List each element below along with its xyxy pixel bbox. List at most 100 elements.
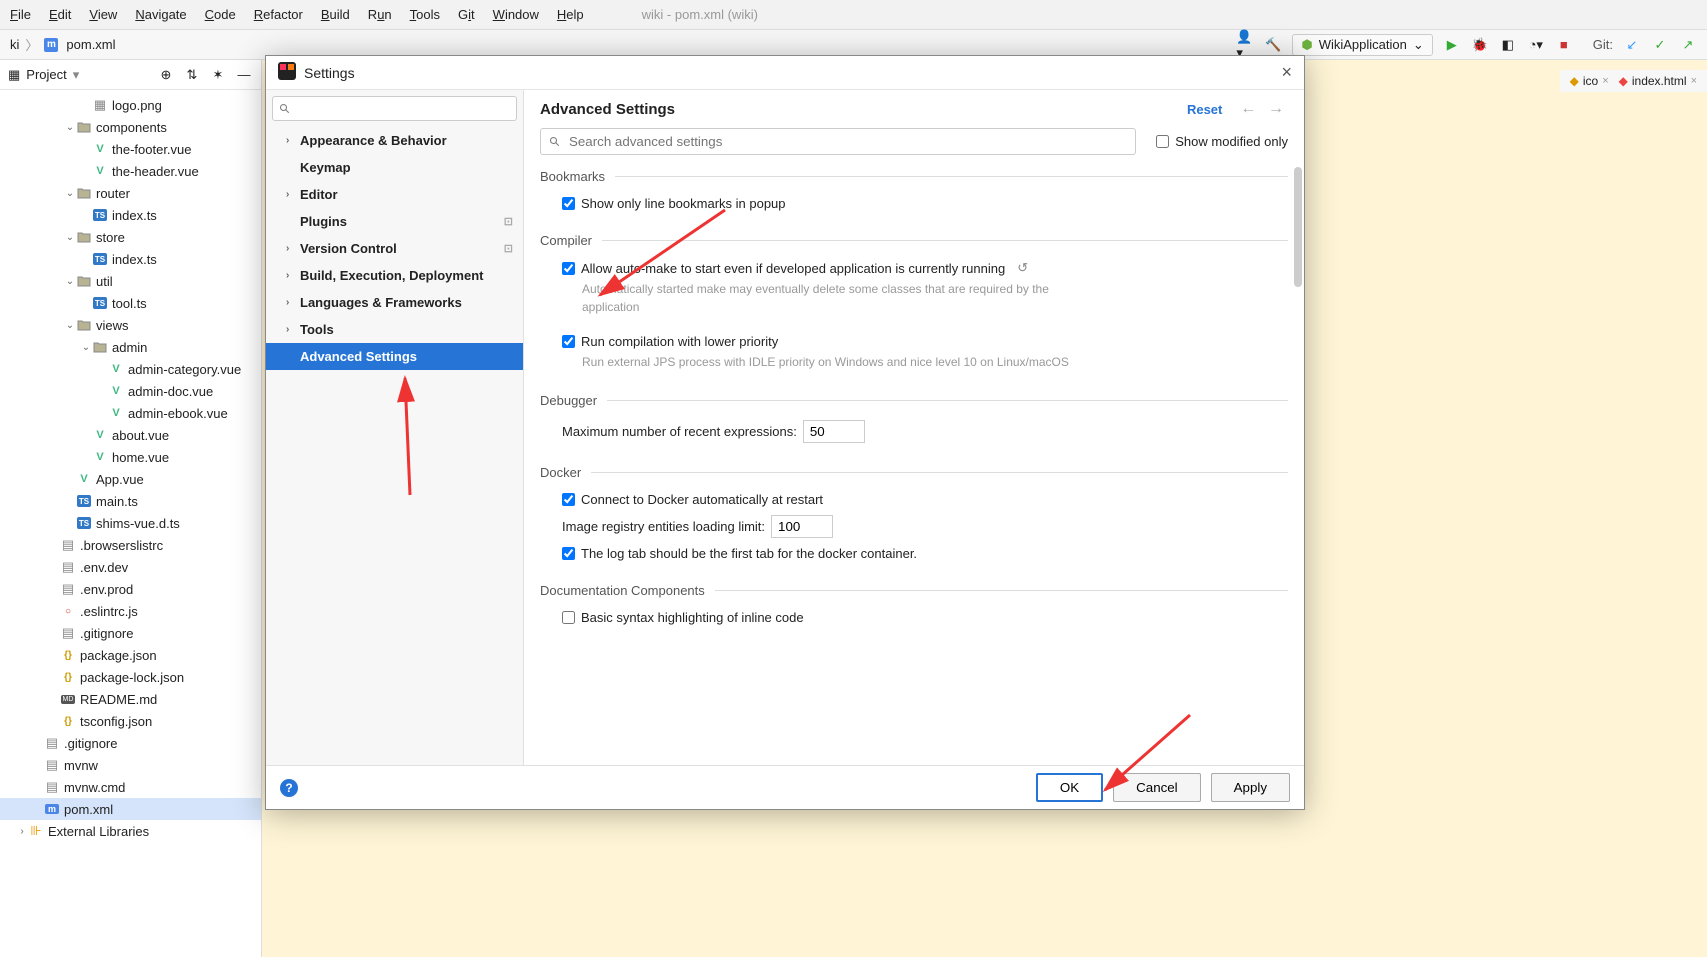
- tree-node[interactable]: TSindex.ts: [0, 204, 261, 226]
- tab-ico[interactable]: ◆ ico ×: [1570, 74, 1609, 88]
- settings-nav-item[interactable]: ›Build, Execution, Deployment: [266, 262, 523, 289]
- menu-build[interactable]: Build: [321, 7, 350, 22]
- tree-node[interactable]: {}package-lock.json: [0, 666, 261, 688]
- revert-icon[interactable]: ↺: [1017, 260, 1028, 276]
- settings-nav-item[interactable]: ›Editor: [266, 181, 523, 208]
- tree-node[interactable]: ▤mvnw: [0, 754, 261, 776]
- tree-node[interactable]: Vadmin-doc.vue: [0, 380, 261, 402]
- expand-icon[interactable]: ⌄: [64, 320, 76, 331]
- tree-node[interactable]: Vabout.vue: [0, 424, 261, 446]
- coverage-icon[interactable]: ◧: [1499, 36, 1517, 54]
- cancel-button[interactable]: Cancel: [1113, 773, 1201, 802]
- expand-icon[interactable]: ⌄: [80, 342, 92, 353]
- menu-tools[interactable]: Tools: [410, 7, 440, 22]
- tree-node[interactable]: ▤.gitignore: [0, 622, 261, 644]
- menu-code[interactable]: Code: [205, 7, 236, 22]
- run-icon[interactable]: ▶: [1443, 36, 1461, 54]
- git-push-icon[interactable]: ↗: [1679, 36, 1697, 54]
- nav-back-icon[interactable]: ←: [1236, 100, 1260, 117]
- tree-node[interactable]: MDREADME.md: [0, 688, 261, 710]
- tree-node[interactable]: ⌄components: [0, 116, 261, 138]
- gear-icon[interactable]: ✶: [209, 66, 227, 84]
- tree-node[interactable]: Vthe-footer.vue: [0, 138, 261, 160]
- doccomp-syntax[interactable]: Basic syntax highlighting of inline code: [562, 610, 1288, 625]
- user-icon[interactable]: 👤▾: [1236, 36, 1254, 54]
- expand-icon[interactable]: ⌄: [64, 276, 76, 287]
- git-commit-icon[interactable]: ✓: [1651, 36, 1669, 54]
- tree-node[interactable]: mpom.xml: [0, 798, 261, 820]
- tree-node[interactable]: TStool.ts: [0, 292, 261, 314]
- tree-node[interactable]: ⌄views: [0, 314, 261, 336]
- menu-view[interactable]: View: [89, 7, 117, 22]
- tree-node[interactable]: ▦logo.png: [0, 94, 261, 116]
- menu-window[interactable]: Window: [493, 7, 539, 22]
- menu-navigate[interactable]: Navigate: [135, 7, 186, 22]
- breadcrumb-part-1[interactable]: pom.xml: [66, 37, 115, 52]
- show-modified-input[interactable]: [1156, 135, 1169, 148]
- docker-autoconnect[interactable]: Connect to Docker automatically at resta…: [562, 492, 1288, 507]
- tree-node[interactable]: ▤.browserslistrc: [0, 534, 261, 556]
- apply-button[interactable]: Apply: [1211, 773, 1290, 802]
- tree-node[interactable]: {}package.json: [0, 644, 261, 666]
- profile-icon[interactable]: ◔▾: [1527, 36, 1545, 54]
- settings-nav-item[interactable]: ›Languages & Frameworks: [266, 289, 523, 316]
- menu-help[interactable]: Help: [557, 7, 584, 22]
- docker-limit-input[interactable]: [771, 515, 833, 538]
- tree-node[interactable]: ›⊪External Libraries: [0, 820, 261, 842]
- project-tree[interactable]: ▦logo.png⌄componentsVthe-footer.vueVthe-…: [0, 90, 261, 957]
- tree-node[interactable]: ▤.gitignore: [0, 732, 261, 754]
- hammer-icon[interactable]: 🔨: [1264, 36, 1282, 54]
- expand-icon[interactable]: ⌄: [64, 122, 76, 133]
- ok-button[interactable]: OK: [1036, 773, 1103, 802]
- close-icon[interactable]: ×: [1281, 62, 1292, 83]
- tree-node[interactable]: ⌄store: [0, 226, 261, 248]
- tree-node[interactable]: Vhome.vue: [0, 446, 261, 468]
- settings-scroll[interactable]: Bookmarks Show only line bookmarks in po…: [524, 165, 1304, 765]
- tree-node[interactable]: ▤.env.prod: [0, 578, 261, 600]
- tree-node[interactable]: TSshims-vue.d.ts: [0, 512, 261, 534]
- git-pull-icon[interactable]: ↙: [1623, 36, 1641, 54]
- tree-node[interactable]: ○.eslintrc.js: [0, 600, 261, 622]
- hide-icon[interactable]: —: [235, 66, 253, 84]
- help-icon[interactable]: ?: [280, 779, 298, 797]
- settings-nav-item[interactable]: ›Tools: [266, 316, 523, 343]
- tree-node[interactable]: Vadmin-ebook.vue: [0, 402, 261, 424]
- tree-node[interactable]: Vthe-header.vue: [0, 160, 261, 182]
- settings-search-input[interactable]: [272, 96, 517, 121]
- menu-file[interactable]: File: [10, 7, 31, 22]
- tree-node[interactable]: ▤.env.dev: [0, 556, 261, 578]
- menu-git[interactable]: Git: [458, 7, 475, 22]
- locate-icon[interactable]: ⊕: [157, 66, 175, 84]
- debugger-maxexpr-input[interactable]: [803, 420, 865, 443]
- tree-node[interactable]: VApp.vue: [0, 468, 261, 490]
- tree-node[interactable]: ▤mvnw.cmd: [0, 776, 261, 798]
- chevron-down-icon[interactable]: ▾: [73, 67, 80, 83]
- expand-icon[interactable]: ⌄: [64, 188, 76, 199]
- tree-node[interactable]: {}tsconfig.json: [0, 710, 261, 732]
- tree-node[interactable]: Vadmin-category.vue: [0, 358, 261, 380]
- compiler-lowpriority[interactable]: Run compilation with lower priority: [562, 334, 1288, 349]
- tree-node[interactable]: ⌄util: [0, 270, 261, 292]
- nav-forward-icon[interactable]: →: [1264, 100, 1288, 117]
- run-config-selector[interactable]: ⬢ WikiApplication ⌄: [1292, 34, 1432, 56]
- menu-edit[interactable]: Edit: [49, 7, 71, 22]
- stop-icon[interactable]: ■: [1555, 36, 1573, 54]
- project-panel-title[interactable]: Project: [26, 67, 66, 82]
- settings-nav-item[interactable]: Plugins⊡: [266, 208, 523, 235]
- tree-node[interactable]: TSmain.ts: [0, 490, 261, 512]
- advanced-search-input[interactable]: [540, 128, 1136, 155]
- breadcrumb-part-0[interactable]: ki: [10, 37, 19, 52]
- settings-nav-item[interactable]: Keymap: [266, 154, 523, 181]
- close-icon[interactable]: ×: [1691, 75, 1697, 87]
- scrollbar-thumb[interactable]: [1294, 167, 1302, 287]
- show-modified-checkbox[interactable]: Show modified only: [1156, 134, 1288, 149]
- menu-refactor[interactable]: Refactor: [254, 7, 303, 22]
- tree-node[interactable]: ⌄admin: [0, 336, 261, 358]
- compiler-automake[interactable]: Allow auto-make to start even if develop…: [562, 260, 1288, 276]
- docker-logtab[interactable]: The log tab should be the first tab for …: [562, 546, 1288, 561]
- reset-button[interactable]: Reset: [1187, 102, 1222, 117]
- tree-node[interactable]: TSindex.ts: [0, 248, 261, 270]
- close-icon[interactable]: ×: [1602, 75, 1608, 87]
- tree-node[interactable]: ⌄router: [0, 182, 261, 204]
- settings-nav-item[interactable]: ›Version Control⊡: [266, 235, 523, 262]
